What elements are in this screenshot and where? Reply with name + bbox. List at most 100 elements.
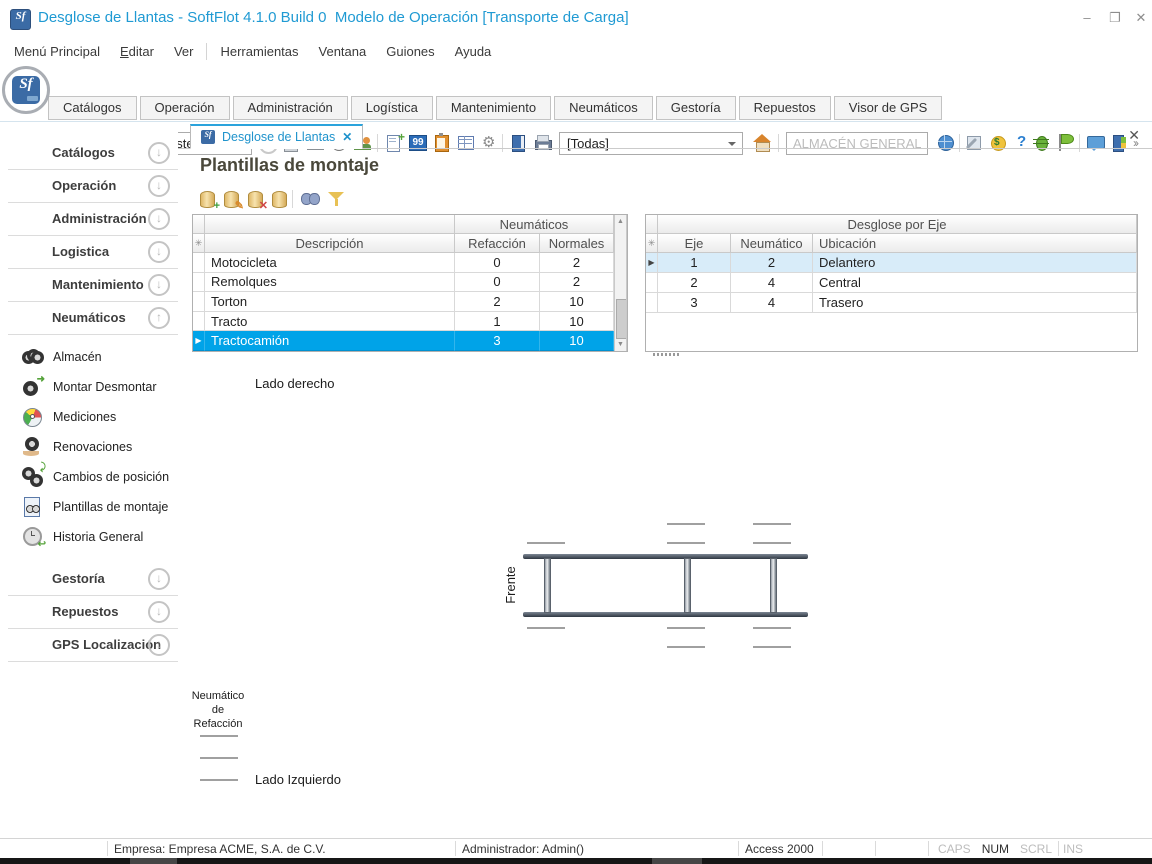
edit-record-icon[interactable]: ✎: [222, 189, 242, 209]
menu-menu-principal[interactable]: Menú Principal: [4, 41, 110, 62]
menu-guiones[interactable]: Guiones: [376, 41, 444, 62]
cell-refaccion[interactable]: 1: [455, 312, 540, 332]
cell-normales[interactable]: 10: [540, 312, 614, 332]
tab-logistica[interactable]: Logística: [351, 96, 433, 120]
document-tab-desglose[interactable]: Sf Desglose de Llantas ✕: [190, 124, 363, 149]
cell-ubicacion[interactable]: Trasero: [813, 293, 1137, 313]
menu-herramientas[interactable]: Herramientas: [210, 41, 308, 62]
row-selector[interactable]: [193, 292, 205, 312]
tab-visor-gps[interactable]: Visor de GPS: [834, 96, 943, 120]
row-selector[interactable]: [193, 273, 205, 293]
tire-position-marker: [753, 627, 791, 629]
chevron-down-circle-icon[interactable]: ↓: [148, 208, 170, 230]
sidebar-section-mantenimiento[interactable]: Mantenimiento ↓: [0, 269, 178, 302]
sidebar-section-operacion[interactable]: Operación ↓: [0, 170, 178, 203]
chevron-up-circle-icon[interactable]: ↑: [148, 307, 170, 329]
vehicle-types-grid[interactable]: ▲ ▼ Neumáticos ✳ Descripción Refacción N…: [192, 214, 628, 352]
cell-refaccion-selected[interactable]: 3: [455, 331, 540, 351]
cell-neumatico[interactable]: 4: [731, 273, 813, 293]
sidebar-item-renovaciones[interactable]: Renovaciones: [22, 434, 132, 460]
chevron-down-circle-icon[interactable]: ↓: [148, 274, 170, 296]
sidebar-item-mediciones[interactable]: Mediciones: [22, 404, 116, 430]
cell-eje[interactable]: 3: [658, 293, 731, 313]
sidebar-section-gestoria[interactable]: Gestoría ↓: [0, 563, 178, 596]
cell-eje-selected[interactable]: 1: [658, 253, 731, 273]
row-selector[interactable]: [193, 253, 205, 273]
document-tab-close-icon[interactable]: ✕: [342, 130, 352, 144]
cell-normales[interactable]: 2: [540, 273, 614, 293]
column-header-normales[interactable]: Normales: [540, 234, 614, 253]
cell-descripcion[interactable]: Tracto: [205, 312, 455, 332]
cell-ubicacion[interactable]: Central: [813, 273, 1137, 293]
chevron-down-circle-icon[interactable]: ↓: [148, 241, 170, 263]
database-icon[interactable]: [270, 189, 290, 209]
cell-normales[interactable]: 10: [540, 292, 614, 312]
cell-refaccion[interactable]: 2: [455, 292, 540, 312]
filter-funnel-icon[interactable]: [326, 189, 346, 209]
chevron-down-circle-icon[interactable]: ↓: [148, 634, 170, 656]
scroll-down-icon[interactable]: ▼: [615, 341, 626, 348]
tab-gestoria[interactable]: Gestoría: [656, 96, 736, 120]
row-selector[interactable]: [193, 312, 205, 332]
scroll-thumb[interactable]: [616, 299, 627, 339]
group-header-neumaticos: Neumáticos: [455, 215, 614, 234]
tire-stack-icon: [22, 346, 44, 368]
sidebar-section-repuestos[interactable]: Repuestos ↓: [0, 596, 178, 629]
menu-ver[interactable]: Ver: [164, 41, 204, 62]
search-binoculars-icon[interactable]: [300, 189, 320, 209]
row-selector[interactable]: [646, 293, 658, 313]
axle-breakdown-grid[interactable]: Desglose por Eje ✳ Eje Neumático Ubicaci…: [645, 214, 1138, 352]
cell-descripcion[interactable]: Remolques: [205, 273, 455, 293]
sidebar-item-historia-general[interactable]: ↩ Historia General: [22, 524, 143, 550]
cell-normales-selected[interactable]: 10: [540, 331, 614, 351]
close-button[interactable]: ✕: [1130, 7, 1152, 29]
row-selector[interactable]: [646, 273, 658, 293]
sidebar-section-administracion[interactable]: Administración ↓: [0, 203, 178, 236]
restore-button[interactable]: ❐: [1104, 7, 1126, 29]
sidebar-section-neumaticos[interactable]: Neumáticos ↑: [0, 302, 178, 335]
sidebar-item-almacen[interactable]: Almacén: [22, 344, 102, 370]
chevron-down-circle-icon[interactable]: ↓: [148, 142, 170, 164]
tab-catalogos[interactable]: Catálogos: [48, 96, 137, 120]
add-record-icon[interactable]: +: [198, 189, 218, 209]
menu-ventana[interactable]: Ventana: [309, 41, 377, 62]
chevron-down-circle-icon[interactable]: ↓: [148, 568, 170, 590]
row-selector-current[interactable]: ▶: [193, 331, 205, 351]
scroll-up-icon[interactable]: ▲: [615, 218, 626, 225]
sidebar-section-catalogos[interactable]: Catálogos ↓: [0, 137, 178, 170]
column-header-eje[interactable]: Eje: [658, 234, 731, 253]
tab-operacion[interactable]: Operación: [140, 96, 230, 120]
cell-neumatico-selected[interactable]: 2: [731, 253, 813, 273]
sidebar-section-gps-localizacion[interactable]: GPS Localización ↓: [0, 629, 178, 662]
column-header-refaccion[interactable]: Refacción: [455, 234, 540, 253]
document-area-close-icon[interactable]: ✕: [1128, 127, 1140, 144]
sidebar-section-logistica[interactable]: Logistica ↓: [0, 236, 178, 269]
sidebar-item-montar-desmontar[interactable]: ➜ Montar Desmontar: [22, 374, 157, 400]
menu-ayuda[interactable]: Ayuda: [445, 41, 502, 62]
tab-mantenimiento[interactable]: Mantenimiento: [436, 96, 551, 120]
cell-refaccion[interactable]: 0: [455, 253, 540, 273]
cell-descripcion[interactable]: Motocicleta: [205, 253, 455, 273]
column-header-neumatico[interactable]: Neumático: [731, 234, 813, 253]
grid-vscrollbar[interactable]: ▲ ▼: [614, 215, 627, 351]
menu-editar[interactable]: Editar: [110, 41, 164, 62]
cell-descripcion-selected[interactable]: Tractocamión: [205, 331, 455, 351]
delete-record-icon[interactable]: ✕: [246, 189, 266, 209]
column-header-descripcion[interactable]: Descripción: [205, 234, 455, 253]
cell-neumatico[interactable]: 4: [731, 293, 813, 313]
row-selector-current[interactable]: ▶: [646, 253, 658, 273]
chevron-down-circle-icon[interactable]: ↓: [148, 175, 170, 197]
cell-normales[interactable]: 2: [540, 253, 614, 273]
tab-administracion[interactable]: Administración: [233, 96, 348, 120]
cell-ubicacion-selected[interactable]: Delantero: [813, 253, 1137, 273]
sidebar-item-plantillas-montaje[interactable]: Plantillas de montaje: [22, 494, 168, 520]
cell-eje[interactable]: 2: [658, 273, 731, 293]
minimize-button[interactable]: –: [1076, 7, 1098, 29]
cell-refaccion[interactable]: 0: [455, 273, 540, 293]
sidebar-item-cambios-posicion[interactable]: ⤸ Cambios de posición: [22, 464, 169, 490]
tab-repuestos[interactable]: Repuestos: [739, 96, 831, 120]
cell-descripcion[interactable]: Torton: [205, 292, 455, 312]
chevron-down-circle-icon[interactable]: ↓: [148, 601, 170, 623]
column-header-ubicacion[interactable]: Ubicación: [813, 234, 1137, 253]
tab-neumaticos[interactable]: Neumáticos: [554, 96, 653, 120]
